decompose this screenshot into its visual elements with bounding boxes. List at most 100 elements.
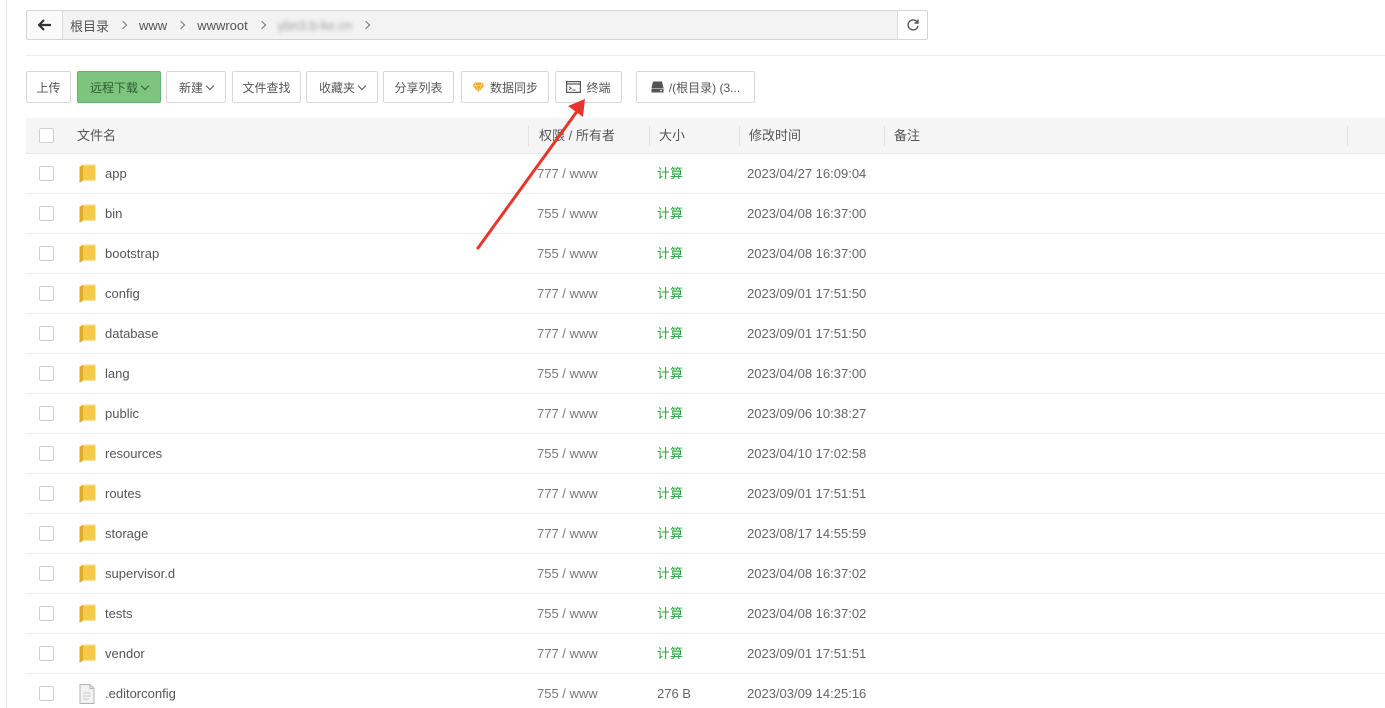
- row-checkbox[interactable]: [39, 606, 54, 621]
- disk-button[interactable]: /(根目录) (3...: [636, 71, 755, 103]
- file-name[interactable]: config: [105, 274, 140, 314]
- table-row[interactable]: vendor 777 / www 计算 2023/09/01 17:51:51: [26, 634, 1385, 674]
- table-row[interactable]: routes 777 / www 计算 2023/09/01 17:51:51: [26, 474, 1385, 514]
- file-name[interactable]: lang: [105, 354, 130, 394]
- row-checkbox[interactable]: [39, 686, 54, 701]
- row-checkbox[interactable]: [39, 206, 54, 221]
- file-name[interactable]: database: [105, 314, 159, 354]
- folder-icon: [79, 564, 96, 587]
- file-permission[interactable]: 777 / www: [537, 314, 598, 354]
- table-row[interactable]: public 777 / www 计算 2023/09/06 10:38:27: [26, 394, 1385, 434]
- favorites-button[interactable]: 收藏夹: [306, 71, 378, 103]
- calculate-size-link[interactable]: 计算: [657, 314, 683, 354]
- file-name[interactable]: tests: [105, 594, 132, 634]
- calculate-size-link[interactable]: 计算: [657, 154, 683, 194]
- table-row[interactable]: resources 755 / www 计算 2023/04/10 17:02:58: [26, 434, 1385, 474]
- row-checkbox[interactable]: [39, 406, 54, 421]
- calculate-size-link[interactable]: 计算: [657, 274, 683, 314]
- row-checkbox[interactable]: [39, 366, 54, 381]
- file-name[interactable]: resources: [105, 434, 162, 474]
- breadcrumb-item-wwwroot[interactable]: wwwroot: [197, 18, 278, 33]
- row-checkbox[interactable]: [39, 166, 54, 181]
- calculate-size-link[interactable]: 计算: [657, 634, 683, 674]
- file-search-button[interactable]: 文件查找: [232, 71, 301, 103]
- row-checkbox[interactable]: [39, 446, 54, 461]
- data-sync-button[interactable]: 数据同步: [461, 71, 549, 103]
- header-size[interactable]: 大小: [659, 118, 685, 154]
- breadcrumb-item-www[interactable]: www: [139, 18, 197, 33]
- row-checkbox[interactable]: [39, 526, 54, 541]
- file-mtime: 2023/04/27 16:09:04: [747, 166, 867, 181]
- row-checkbox[interactable]: [39, 646, 54, 661]
- file-permission[interactable]: 777 / www: [537, 154, 598, 194]
- remote-download-button[interactable]: 远程下载: [77, 71, 161, 103]
- calculate-size-link[interactable]: 计算: [657, 394, 683, 434]
- calculate-size-link[interactable]: 计算: [657, 474, 683, 514]
- upload-button[interactable]: 上传: [26, 71, 71, 103]
- file-mtime: 2023/04/10 17:02:58: [747, 446, 867, 461]
- file-name[interactable]: storage: [105, 514, 148, 554]
- file-permission[interactable]: 755 / www: [537, 554, 598, 594]
- file-permission[interactable]: 755 / www: [537, 434, 598, 474]
- row-checkbox[interactable]: [39, 486, 54, 501]
- header-mtime[interactable]: 修改时间: [749, 118, 801, 154]
- row-checkbox[interactable]: [39, 326, 54, 341]
- file-permission[interactable]: 777 / www: [537, 514, 598, 554]
- file-name[interactable]: supervisor.d: [105, 554, 175, 594]
- calculate-size-link[interactable]: 计算: [657, 514, 683, 554]
- calculate-size-link[interactable]: 计算: [657, 194, 683, 234]
- folder-icon: [79, 364, 96, 387]
- breadcrumb-label: ybn3.b-ke.cn: [277, 17, 353, 33]
- calculate-size-link[interactable]: 计算: [657, 594, 683, 634]
- table-row[interactable]: storage 777 / www 计算 2023/08/17 14:55:59: [26, 514, 1385, 554]
- breadcrumb-item-site[interactable]: ybn3.b-ke.cn: [278, 18, 382, 33]
- select-all-checkbox[interactable]: [39, 128, 54, 143]
- header-perm-owner[interactable]: 权限 / 所有者: [539, 118, 615, 154]
- table-row[interactable]: supervisor.d 755 / www 计算 2023/04/08 16:37:…: [26, 554, 1385, 594]
- calculate-size-link[interactable]: 计算: [657, 434, 683, 474]
- terminal-button[interactable]: 终端: [555, 71, 622, 103]
- file-permission[interactable]: 777 / www: [537, 274, 598, 314]
- file-name[interactable]: app: [105, 154, 127, 194]
- refresh-button[interactable]: [897, 11, 927, 39]
- table-row[interactable]: database 777 / www 计算 2023/09/01 17:51:50: [26, 314, 1385, 354]
- table-row[interactable]: lang 755 / www 计算 2023/04/08 16:37:00: [26, 354, 1385, 394]
- calculate-size-link[interactable]: 计算: [657, 554, 683, 594]
- file-name[interactable]: vendor: [105, 634, 145, 674]
- file-permission[interactable]: 777 / www: [537, 474, 598, 514]
- row-checkbox[interactable]: [39, 286, 54, 301]
- file-mtime: 2023/09/01 17:51:51: [747, 646, 867, 661]
- table-row[interactable]: tests 755 / www 计算 2023/04/08 16:37:02: [26, 594, 1385, 634]
- share-list-button[interactable]: 分享列表: [383, 71, 454, 103]
- file-permission[interactable]: 755 / www: [537, 234, 598, 274]
- table-row[interactable]: bin 755 / www 计算 2023/04/08 16:37:00: [26, 194, 1385, 234]
- column-divider: [649, 126, 650, 146]
- file-permission[interactable]: 777 / www: [537, 634, 598, 674]
- new-button[interactable]: 新建: [166, 71, 226, 103]
- chevron-right-icon: [361, 20, 371, 30]
- table-row[interactable]: .editorconfig 755 / www 276 B 2023/03/09 14…: [26, 674, 1385, 708]
- back-button[interactable]: [27, 11, 63, 39]
- file-name[interactable]: .editorconfig: [105, 674, 176, 708]
- file-permission[interactable]: 755 / www: [537, 354, 598, 394]
- file-permission[interactable]: 755 / www: [537, 594, 598, 634]
- chevron-right-icon: [257, 20, 267, 30]
- file-name[interactable]: routes: [105, 474, 141, 514]
- header-name[interactable]: 文件名: [77, 118, 116, 154]
- file-permission[interactable]: 755 / www: [537, 194, 598, 234]
- calculate-size-link[interactable]: 计算: [657, 354, 683, 394]
- row-checkbox[interactable]: [39, 566, 54, 581]
- file-permission[interactable]: 755 / www: [537, 674, 598, 708]
- table-row[interactable]: app 777 / www 计算 2023/04/27 16:09:04: [26, 154, 1385, 194]
- file-mtime: 2023/04/08 16:37:02: [747, 606, 867, 621]
- file-name[interactable]: bootstrap: [105, 234, 159, 274]
- file-name[interactable]: bin: [105, 194, 122, 234]
- row-checkbox[interactable]: [39, 246, 54, 261]
- breadcrumb-item-root[interactable]: 根目录: [70, 16, 139, 35]
- table-row[interactable]: bootstrap 755 / www 计算 2023/04/08 16:37:00: [26, 234, 1385, 274]
- file-permission[interactable]: 777 / www: [537, 394, 598, 434]
- calculate-size-link[interactable]: 计算: [657, 234, 683, 274]
- table-row[interactable]: config 777 / www 计算 2023/09/01 17:51:50: [26, 274, 1385, 314]
- file-name[interactable]: public: [105, 394, 139, 434]
- column-divider: [739, 126, 740, 146]
